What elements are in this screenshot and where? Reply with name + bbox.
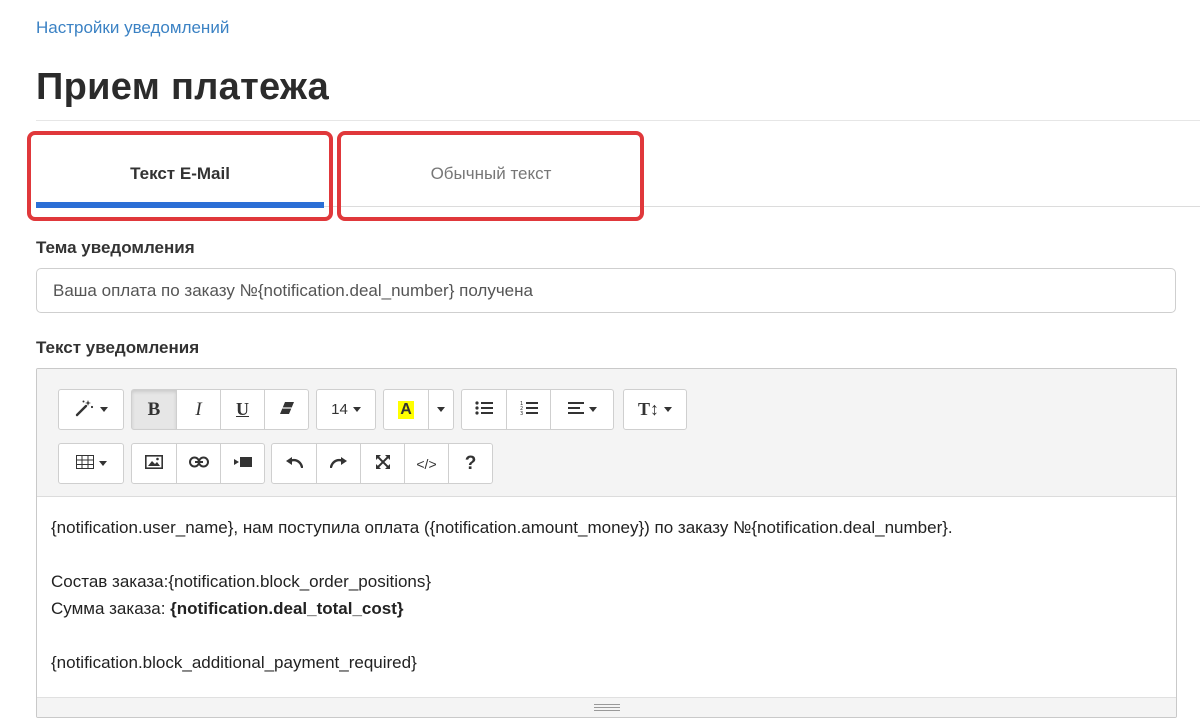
text-height-icon: T↕ xyxy=(637,399,659,419)
font-format-group: B I U xyxy=(131,389,309,430)
paragraph-group: 123 xyxy=(461,389,614,430)
redo-icon xyxy=(329,455,348,472)
chevron-down-icon xyxy=(352,407,361,412)
table-group xyxy=(58,443,124,484)
insert-image-button[interactable] xyxy=(131,443,177,484)
video-icon xyxy=(233,455,252,472)
editor-toolbar: B I U 14 A 1 2 3 T↕ </> ? xyxy=(37,369,1176,497)
font-size-value: 14 xyxy=(331,401,348,418)
code-icon: </> xyxy=(416,455,437,472)
chevron-down-icon xyxy=(437,407,445,412)
chevron-down-icon xyxy=(98,461,107,466)
page-title: Прием платежа xyxy=(36,66,330,108)
resize-grip-icon xyxy=(593,704,620,711)
code-view-button[interactable]: </> xyxy=(404,443,449,484)
clear-format-button[interactable] xyxy=(264,389,309,430)
align-dropdown-button[interactable] xyxy=(550,389,614,430)
chevron-down-icon xyxy=(99,407,108,412)
style-group xyxy=(58,389,124,430)
highlight-box-plain-tab xyxy=(337,131,644,221)
insert-video-button[interactable] xyxy=(220,443,265,484)
eraser-icon xyxy=(279,401,295,419)
chevron-down-icon xyxy=(664,407,672,412)
content-line-total: Сумма заказа: {notification.deal_total_c… xyxy=(51,595,1162,622)
content-line-greeting: {notification.user_name}, нам поступила … xyxy=(51,518,953,537)
insert-table-button[interactable] xyxy=(58,443,124,484)
content-line-order-positions: Состав заказа:{notification.block_order_… xyxy=(51,572,432,591)
italic-icon: I xyxy=(195,398,202,420)
font-size-select[interactable]: 14 xyxy=(316,389,376,430)
fullscreen-button[interactable] xyxy=(360,443,405,484)
undo-button[interactable] xyxy=(271,443,317,484)
help-button[interactable]: ? xyxy=(448,443,493,484)
text-style-group: T↕ xyxy=(623,389,687,430)
svg-text:3: 3 xyxy=(520,411,523,416)
total-value: {notification.deal_total_cost} xyxy=(170,599,404,618)
bulleted-list-icon xyxy=(475,400,493,419)
subject-input[interactable] xyxy=(36,268,1176,313)
numbered-list-icon: 123 xyxy=(520,400,538,420)
magic-style-button[interactable] xyxy=(58,389,124,430)
content-empty-line xyxy=(51,541,1162,568)
highlight-color-button[interactable]: A xyxy=(383,389,429,430)
numbered-list-button[interactable]: 123 xyxy=(506,389,551,430)
bold-icon: B xyxy=(147,398,161,420)
highlight-box-email-tab xyxy=(27,131,333,221)
help-icon: ? xyxy=(464,452,477,474)
color-dropdown-button[interactable] xyxy=(428,389,454,430)
content-empty-line xyxy=(51,622,1162,649)
italic-button[interactable]: I xyxy=(176,389,221,430)
total-prefix: Сумма заказа: xyxy=(51,599,171,618)
link-icon xyxy=(188,455,209,472)
insert-link-button[interactable] xyxy=(176,443,221,484)
magic-wand-icon xyxy=(75,399,95,421)
underline-icon: U xyxy=(236,399,249,419)
fullscreen-icon xyxy=(375,454,391,474)
color-group: A xyxy=(383,389,454,430)
editor-content[interactable]: {notification.user_name}, нам поступила … xyxy=(37,498,1176,676)
image-icon xyxy=(145,454,163,473)
table-icon xyxy=(75,454,94,473)
undo-icon xyxy=(285,455,304,472)
subject-label: Тема уведомления xyxy=(36,238,195,257)
chevron-down-icon xyxy=(588,407,597,412)
bulleted-list-button[interactable] xyxy=(461,389,507,430)
breadcrumb-notification-settings[interactable]: Настройки уведомлений xyxy=(36,18,229,38)
font-size-group: 14 xyxy=(316,389,376,430)
text-highlight-icon: A xyxy=(398,400,414,419)
misc-group: </> ? xyxy=(271,443,493,484)
content-line-additional-payment: {notification.block_additional_payment_r… xyxy=(51,653,417,672)
editor-resize-handle[interactable] xyxy=(37,697,1176,717)
redo-button[interactable] xyxy=(316,443,361,484)
body-label: Текст уведомления xyxy=(36,338,200,357)
insert-group xyxy=(131,443,265,484)
underline-button[interactable]: U xyxy=(220,389,265,430)
line-height-button[interactable]: T↕ xyxy=(623,389,687,430)
title-divider xyxy=(36,120,1200,121)
rich-text-editor: B I U 14 A 1 2 3 T↕ </> ? {notification.… xyxy=(36,368,1177,718)
bold-button[interactable]: B xyxy=(131,389,177,430)
align-left-icon xyxy=(567,401,584,418)
